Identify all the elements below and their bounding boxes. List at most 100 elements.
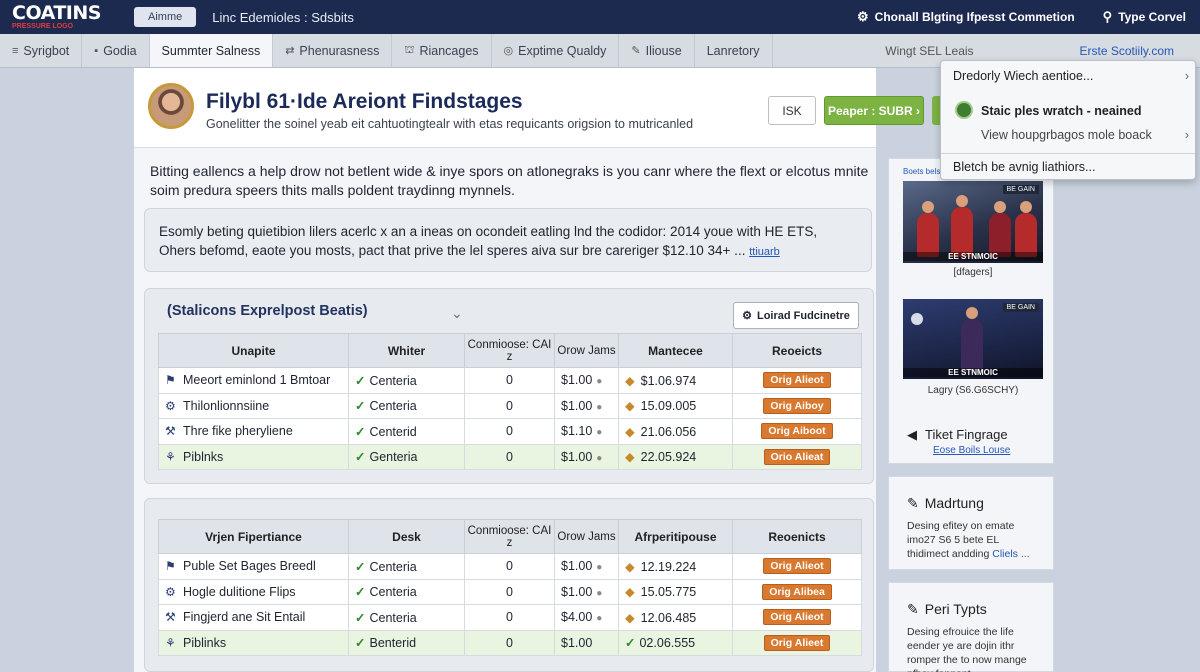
row-name: Thilonlionnsiine: [183, 398, 270, 413]
col-header[interactable]: Vrjen Fipertiance: [158, 519, 349, 554]
col-header[interactable]: Conmioose: CAI z: [464, 519, 555, 554]
load-button[interactable]: ⚙ Loirad Fudcinetre: [733, 302, 859, 329]
card-body-link[interactable]: Cliels ...: [992, 548, 1029, 560]
row-icon: ⚙: [165, 398, 176, 413]
arrow-left-icon: ◀: [907, 427, 917, 442]
coin-icon: ◆: [625, 585, 635, 600]
table-row[interactable]: ⚒ Thre fike pheryliene ✓ Centerid 0 $1.10 ●…: [158, 418, 862, 445]
check-icon: ✓: [625, 636, 636, 651]
tab-label: Iliouse: [645, 43, 682, 58]
subscribe-button[interactable]: Peaper : SUBR ›: [824, 96, 924, 125]
tab-iliouse[interactable]: ✎ Iliouse: [619, 34, 695, 67]
card-title-text: Madrtung: [924, 495, 984, 511]
col-header[interactable]: Mantecee: [618, 333, 733, 368]
callout-link[interactable]: ttiuarb: [749, 246, 780, 258]
table-row[interactable]: ⚘ Piblnks ✓ Genteria 0 $1.00 ● ◆ 22.05.924 O…: [158, 443, 862, 470]
row-name: Piblinks: [183, 635, 227, 650]
tab-godia[interactable]: ▪ Godia: [82, 34, 150, 67]
coin-icon: ◆: [625, 373, 635, 388]
sidebar-tag[interactable]: Boets bels: [903, 167, 940, 176]
home-button[interactable]: Aimme: [134, 7, 197, 27]
check-icon: ✓: [355, 424, 366, 439]
row-action-button[interactable]: Orig Alieot: [763, 558, 831, 575]
isk-button[interactable]: ISK: [768, 96, 816, 125]
top-bar: COATINS PRESSURE LOGO Aimme Linc Edemiol…: [0, 0, 1200, 34]
col-header[interactable]: Whiter: [348, 333, 465, 368]
check-icon: ✓: [355, 559, 366, 574]
chevron-down-icon[interactable]: ⌄: [451, 305, 463, 322]
nav-site-link[interactable]: Erste Scotiily.com: [1080, 44, 1174, 58]
window-title: Linc Edemioles : Sdsbits: [212, 9, 354, 25]
row-date: $1.06.974: [640, 373, 697, 388]
table-header-row: Vrjen Fipertiance Desk Conmioose: CAI z …: [158, 519, 862, 554]
col-header[interactable]: Reoenicts: [732, 519, 862, 554]
dropdown-divider: [941, 153, 1195, 154]
coin-icon: ◆: [625, 424, 635, 439]
nav-muted-link[interactable]: Wingt SEL Leais: [885, 44, 973, 58]
coin-icon: ◆: [625, 610, 635, 625]
row-action-button[interactable]: Orig Alieot: [763, 372, 831, 389]
app-logo[interactable]: COATINS PRESSURE LOGO: [12, 3, 116, 31]
dot-icon: ●: [596, 562, 603, 574]
row-count: 0: [464, 392, 555, 419]
tab-syrigbot[interactable]: ≡ Syrigbot: [0, 34, 83, 67]
col-header[interactable]: Afrperitipouse: [618, 519, 733, 554]
player-photo[interactable]: BE GAIN EE STNMOIC: [903, 299, 1043, 379]
ball-icon: [911, 313, 923, 325]
team-photo[interactable]: BE GAIN EE STNMOIC: [903, 181, 1043, 263]
col-header[interactable]: Desk: [348, 519, 465, 554]
col-header[interactable]: Orow Jams: [554, 333, 619, 368]
connection-label: Chonall Blgting Ifpesst Commetion: [874, 10, 1075, 24]
table-row[interactable]: ⚙ Thilonlionnsiine ✓ Centeria 0 $1.00 ● ◆ 15…: [158, 392, 862, 419]
table-row[interactable]: ⚒ Fingjerd ane Sit Entail ✓ Centeria 0 $4.…: [158, 604, 862, 631]
table-row[interactable]: ⚑ Meeort eminlond 1 Bmtoar ✓ Centeria 0 $1…: [158, 367, 862, 394]
tab-exptime-qualdy[interactable]: ◎ Exptime Qualdy: [492, 34, 620, 67]
dropdown-item[interactable]: Bletch be avnig liathiors...: [953, 160, 1189, 174]
dropdown-item-label: Dredorly Wiech aentioe...: [953, 69, 1094, 83]
ticket-sublink[interactable]: Eose Boils Louse: [933, 445, 1010, 456]
pencil-icon: ✎: [631, 45, 641, 57]
check-icon: ✓: [355, 399, 366, 414]
row-action-button[interactable]: Orig Alieet: [763, 634, 831, 651]
row-action-button[interactable]: Orig Aiboy: [763, 397, 831, 414]
row-action-button[interactable]: Orio Alieat: [763, 448, 831, 465]
dropdown-item[interactable]: View houpgrbagos mole boack ›: [981, 128, 1189, 142]
tab-lanretory[interactable]: Lanretory: [695, 34, 773, 67]
col-header[interactable]: Unapite: [158, 333, 349, 368]
dropdown-item[interactable]: Dredorly Wiech aentioe... ›: [953, 69, 1189, 83]
row-action-button[interactable]: Orig Alieot: [763, 609, 831, 626]
col-header[interactable]: Reoeicts: [732, 333, 862, 368]
type-cancel-menu[interactable]: ⚲ Type Corvel: [1103, 9, 1186, 25]
tab-riancages[interactable]: ⛫ Riancages: [392, 34, 492, 67]
row-price: $1.00: [561, 559, 593, 574]
table-row[interactable]: ⚑ Puble Set Bages Breedl ✓ Centeria 0 $1.0…: [158, 553, 862, 580]
tab-label: Lanretory: [706, 43, 760, 58]
connection-menu[interactable]: ⚙ Chonall Blgting Ifpesst Commetion: [857, 9, 1075, 25]
row-status: Centeria: [369, 373, 417, 388]
square-icon: ▪: [94, 44, 99, 57]
tab-summter-salness[interactable]: Summter Salness: [149, 34, 274, 67]
row-count: 0: [464, 578, 555, 605]
table-row[interactable]: ⚘ Piblinks ✓ Benterid 0 $1.00 ✓ 02.06.555 O…: [158, 629, 862, 656]
dropdown-item[interactable]: Staic ples wratch - neained: [981, 104, 1189, 118]
card-title: ✎ Peri Typts: [907, 601, 987, 618]
table-row[interactable]: ⚙ Hogle dulitione Flips ✓ Centeria 0 $1.00…: [158, 578, 862, 605]
row-action-button[interactable]: Orig Alibea: [762, 583, 832, 600]
tab-label: Exptime Qualdy: [518, 43, 607, 58]
tab-label: Godia: [103, 43, 137, 58]
row-price: $1.00: [561, 584, 593, 599]
card-title-text: Peri Typts: [924, 601, 987, 617]
row-action-button[interactable]: Orig Aiboot: [761, 423, 833, 440]
row-date: 15.05.775: [640, 585, 697, 600]
col-header[interactable]: Conmioose: CAI z: [464, 333, 555, 368]
row-status: Centeria: [369, 585, 417, 600]
tab-phenurasness[interactable]: ⇄ Phenurasness: [273, 34, 393, 67]
row-price: $1.00: [561, 635, 593, 650]
results-table-2: Vrjen Fipertiance Desk Conmioose: CAI z …: [158, 519, 862, 656]
chevron-right-icon: ›: [1184, 69, 1189, 83]
check-icon: ✓: [355, 610, 366, 625]
row-name: Piblnks: [183, 449, 224, 464]
col-header[interactable]: Orow Jams: [554, 519, 619, 554]
row-date: 12.06.485: [640, 610, 697, 625]
ticket-link[interactable]: ◀ Tiket Fingrage: [907, 427, 1008, 443]
